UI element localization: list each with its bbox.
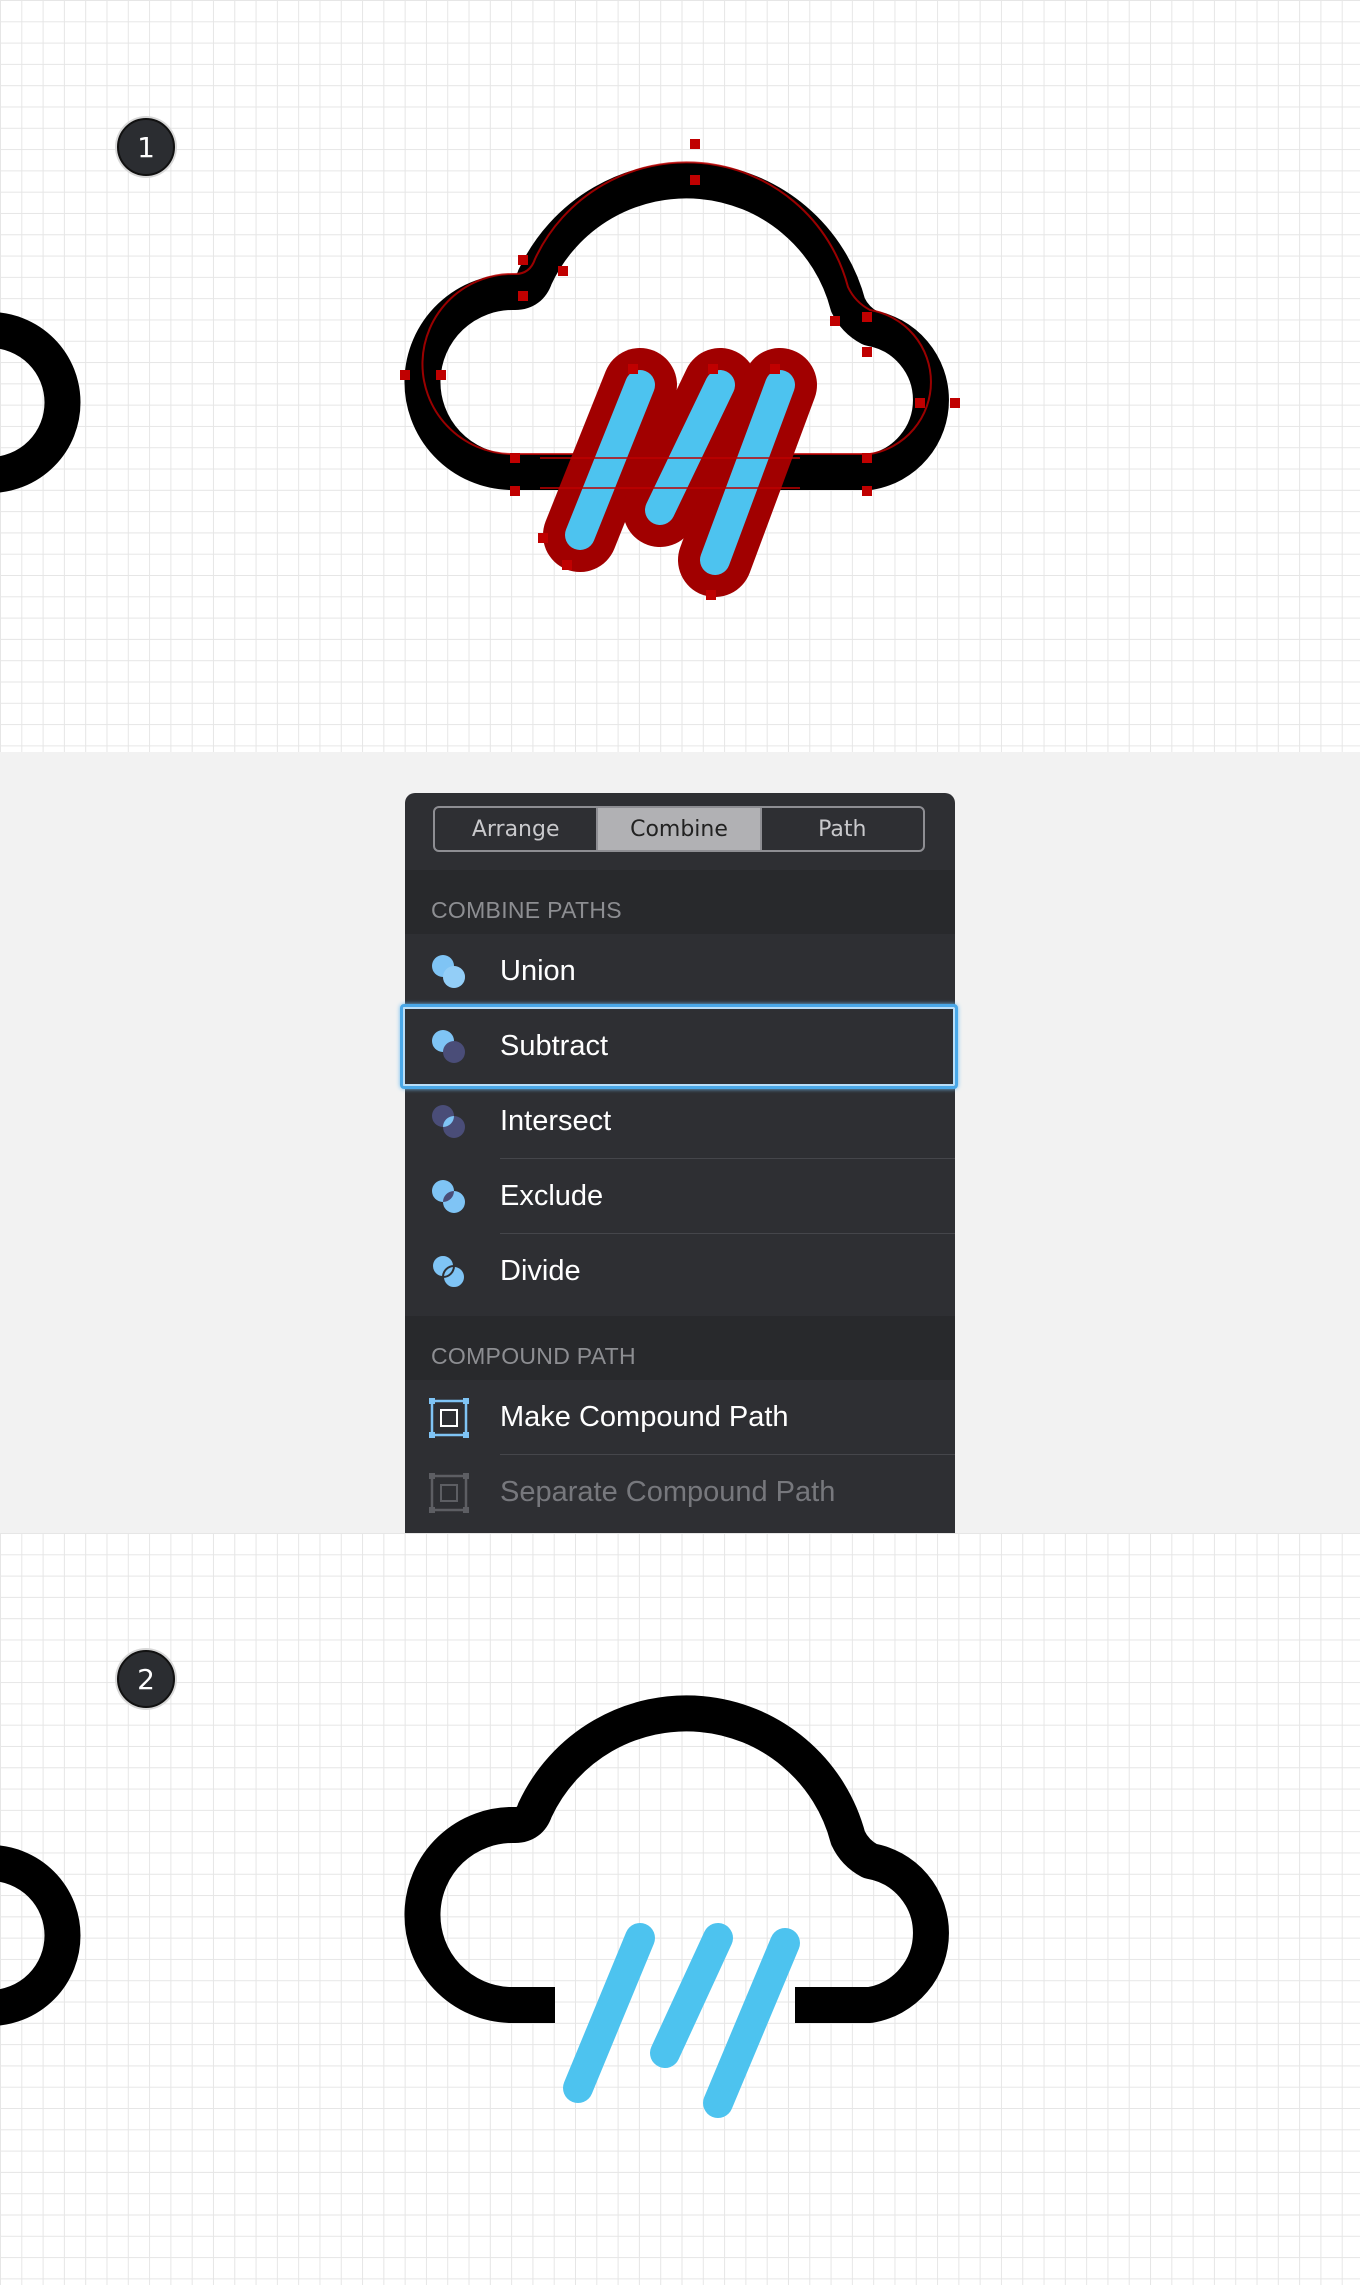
partial-cloud-left: [0, 1845, 81, 2026]
intersect-icon: [432, 1105, 465, 1138]
menu-item-label: Make Compound Path: [500, 1401, 789, 1433]
menu-item-intersect[interactable]: Intersect: [405, 1084, 955, 1159]
canvas-step-1: 1: [0, 0, 1360, 752]
menu-item-label: Intersect: [500, 1105, 612, 1137]
cloud-rain-illustration-selected: [0, 139, 960, 600]
separate-path-icon: [429, 1473, 469, 1513]
step-number-badge: 1: [117, 118, 175, 176]
cloud-outline-subtracted: [404, 1695, 949, 2023]
tab-path[interactable]: Path: [762, 808, 923, 850]
compound-path-icon: [429, 1398, 469, 1438]
exclude-icon: [432, 1180, 465, 1213]
menu-item-subtract[interactable]: Subtract: [405, 1009, 955, 1084]
combine-popover: Arrange Combine Path COMBINE PATHS Union…: [405, 793, 955, 1533]
rain-drops: [563, 1923, 800, 2118]
tab-arrange[interactable]: Arrange: [435, 808, 599, 850]
menu-item-label: Subtract: [500, 1030, 608, 1062]
menu-item-separate-compound-path: Separate Compound Path: [405, 1455, 955, 1530]
cloud-rain-illustration-result: [0, 1695, 949, 2118]
menu-item-divide[interactable]: Divide: [405, 1234, 955, 1309]
union-icon: [432, 955, 465, 988]
partial-cloud-left: [0, 312, 81, 493]
subtract-icon: [432, 1030, 465, 1063]
menu-item-label: Union: [500, 955, 576, 987]
combine-paths-header: COMBINE PATHS: [405, 870, 955, 934]
compound-path-header: COMPOUND PATH: [405, 1316, 955, 1380]
menu-item-label: Divide: [500, 1255, 581, 1287]
menu-item-label: Separate Compound Path: [500, 1476, 836, 1508]
tab-combine[interactable]: Combine: [598, 808, 762, 850]
menu-item-exclude[interactable]: Exclude: [405, 1159, 955, 1234]
segmented-tab-bar: Arrange Combine Path: [433, 806, 925, 852]
menu-item-label: Exclude: [500, 1180, 604, 1212]
rain-drops-selected: [540, 348, 817, 597]
canvas-step-2: 2: [0, 1533, 1360, 2285]
divide-icon: [431, 1254, 466, 1289]
step-number-badge: 2: [117, 1650, 175, 1708]
menu-item-union[interactable]: Union: [405, 934, 955, 1009]
menu-item-make-compound-path[interactable]: Make Compound Path: [405, 1380, 955, 1455]
